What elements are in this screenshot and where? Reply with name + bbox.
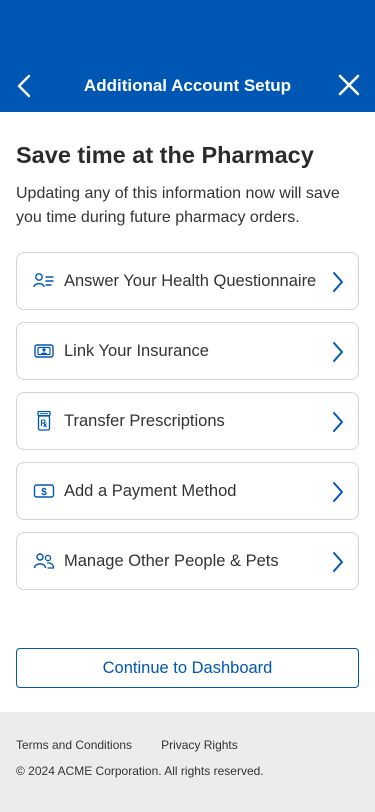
card-label: Transfer Prescriptions [64,411,225,430]
manage-people-pets-card[interactable]: Manage Other People & Pets [16,532,359,590]
footer: Terms and Conditions Privacy Rights © 20… [0,712,375,812]
setup-options-list: Answer Your Health Questionnaire Link Yo… [16,252,359,602]
header-title: Additional Account Setup [83,76,292,95]
questionnaire-icon [32,269,56,293]
svg-text:$: $ [41,487,47,498]
copyright-text: © 2024 ACME Corporation. All rights rese… [16,764,264,778]
people-icon [32,549,56,573]
card-label: Answer Your Health Questionnaire [64,271,317,290]
insurance-card-icon [32,339,56,363]
chevron-right-icon [330,270,346,294]
transfer-prescriptions-card[interactable]: Transfer Prescriptions [16,392,359,450]
chevron-right-icon [330,340,346,364]
continue-to-dashboard-button[interactable]: Continue to Dashboard [16,648,359,688]
page-title: Save time at the Pharmacy [16,142,314,168]
prescription-bottle-icon [32,409,56,433]
intro-text: Updating any of this information now wil… [16,185,340,226]
payment-method-card[interactable]: $ Add a Payment Method [16,462,359,520]
card-label: Link Your Insurance [64,341,209,360]
link-insurance-card[interactable]: Link Your Insurance [16,322,359,380]
health-questionnaire-card[interactable]: Answer Your Health Questionnaire [16,252,359,310]
back-button[interactable] [10,70,38,102]
payment-icon: $ [32,479,56,503]
chevron-right-icon [330,410,346,434]
header-bar: Additional Account Setup [0,0,375,112]
account-setup-page: Additional Account Setup Save time at th… [0,0,375,812]
card-label: Manage Other People & Pets [64,551,279,570]
chevron-left-icon [17,74,31,98]
terms-link[interactable]: Terms and Conditions [16,738,132,752]
privacy-rights-link[interactable]: Privacy Rights [161,738,238,752]
close-icon [338,74,360,96]
chevron-right-icon [330,550,346,574]
close-button[interactable] [333,68,365,102]
chevron-right-icon [330,480,346,504]
card-label: Add a Payment Method [64,481,237,500]
footer-links: Terms and Conditions Privacy Rights [16,738,238,752]
